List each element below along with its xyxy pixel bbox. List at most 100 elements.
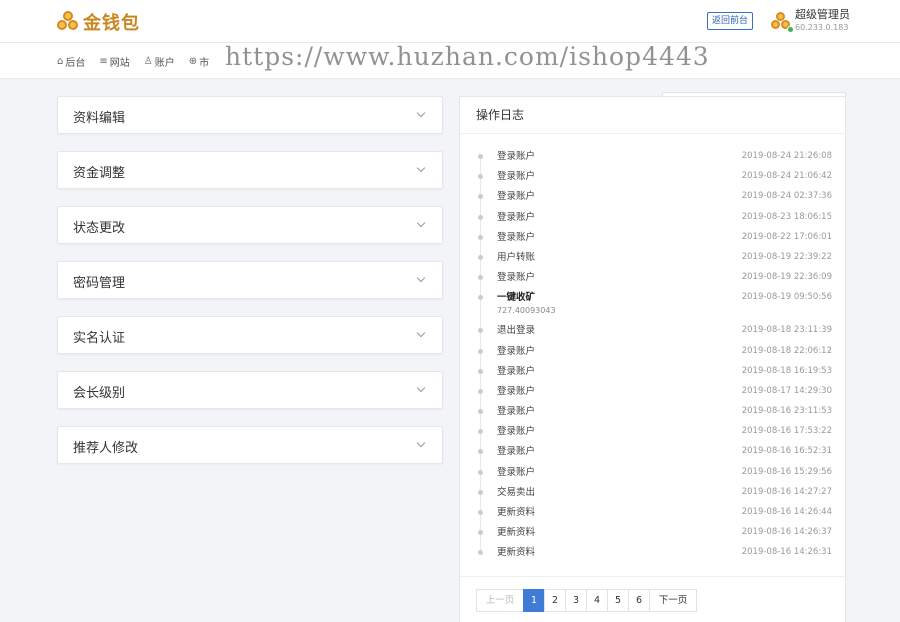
log-time: 2019-08-16 15:29:56 [741, 466, 832, 477]
list-icon: ≡ [99, 55, 108, 67]
log-action: 登录账户 [497, 406, 536, 418]
accordion-password[interactable]: 密码管理 [57, 261, 443, 299]
log-entry: 登录账户 2019-08-16 16:52:31 [476, 444, 832, 464]
user-name: 超级管理员 [795, 8, 850, 21]
accordion-title: 密码管理 [73, 276, 126, 291]
log-entry: 登录账户 2019-08-18 16:19:53 [476, 364, 832, 384]
chevron-down-icon [416, 163, 426, 173]
timeline-dot-icon [478, 429, 483, 435]
log-time: 2019-08-16 17:53:22 [741, 426, 832, 437]
user-info: 超级管理员 60.233.0.183 [795, 8, 850, 34]
user-ip: 60.233.0.183 [795, 23, 849, 32]
logo-text: 金钱包 [83, 13, 140, 34]
user-menu[interactable]: 超级管理员 60.233.0.183 [771, 8, 850, 34]
log-action: 登录账户 [497, 272, 536, 284]
log-entry: 登录账户 2019-08-16 17:53:22 [476, 424, 832, 444]
log-time: 2019-08-16 14:26:44 [741, 507, 832, 517]
chevron-down-icon [416, 383, 426, 393]
log-entry: 登录账户 2019-08-18 22:06:12 [476, 344, 832, 364]
log-time: 2019-08-24 21:06:42 [741, 171, 832, 182]
chevron-down-icon [416, 108, 426, 118]
page-1-button[interactable]: 1 [523, 589, 545, 612]
log-entry: 登录账户 2019-08-24 21:26:08 [476, 149, 832, 169]
log-entry: 更新资料 2019-08-16 14:26:44 [476, 505, 832, 525]
log-action: 登录账户 [497, 446, 536, 458]
accordion-identity-verify[interactable]: 实名认证 [57, 316, 443, 354]
accordion-profile-edit[interactable]: 资料编辑 [57, 96, 443, 134]
log-time: 2019-08-18 22:06:12 [741, 345, 832, 356]
timeline-dot-icon [478, 550, 483, 556]
log-entry: 更新资料 2019-08-16 14:26:37 [476, 525, 832, 545]
log-time: 2019-08-17 14:29:30 [741, 385, 832, 396]
timeline-dot-icon [478, 449, 483, 455]
log-action: 登录账户 [497, 385, 536, 397]
log-entry: 交易卖出 2019-08-16 14:27:27 [476, 485, 832, 505]
log-entry: 更新资料 2019-08-16 14:26:31 [476, 545, 832, 565]
log-time: 2019-08-19 22:36:09 [741, 272, 832, 283]
timeline-dot-icon [478, 348, 483, 354]
timeline-dot-icon [478, 154, 483, 159]
timeline-dot-icon [478, 174, 483, 180]
page-4-button[interactable]: 4 [586, 589, 608, 612]
timeline-dot-icon [478, 368, 483, 374]
accordion-title: 实名认证 [73, 331, 126, 346]
online-status-icon [787, 26, 794, 33]
chevron-down-icon [416, 273, 426, 283]
page-5-button[interactable]: 5 [607, 589, 629, 612]
timeline-dot-icon [478, 254, 483, 260]
top-header: 金钱包 返回前台 超级管理员 60.233.0.183 [0, 0, 900, 43]
nav-item-dashboard[interactable]: ⌂ 后台 [57, 54, 85, 69]
operation-log-panel: 操作日志 登录账户 2019-08-24 21:26:08 登录账户 2019-08-… [459, 96, 846, 622]
log-action: 更新资料 [497, 507, 536, 518]
accordion-title: 资金调整 [73, 166, 126, 181]
coins-logo-icon [57, 11, 79, 33]
site-logo[interactable]: 金钱包 [57, 9, 140, 35]
page-3-button[interactable]: 3 [565, 589, 587, 612]
accordion-status-change[interactable]: 状态更改 [57, 206, 443, 244]
next-page-button[interactable]: 下一页 [649, 589, 697, 612]
timeline-dot-icon [478, 469, 483, 475]
nav-item-account[interactable]: ♙ 账户 [144, 54, 175, 69]
accordion-referrer-edit[interactable]: 推荐人修改 [57, 426, 443, 464]
timeline-dot-icon [478, 234, 483, 240]
chevron-down-icon [416, 328, 426, 338]
user-icon: ♙ [143, 55, 153, 67]
nav-item-website[interactable]: ≡ 网站 [99, 54, 129, 69]
timeline-dot-icon [478, 214, 483, 220]
log-entry: 登录账户 2019-08-19 22:36:09 [476, 270, 832, 290]
log-entry: 登录账户 2019-08-17 14:29:30 [476, 384, 832, 404]
nav-bar: ⌂ 后台 ≡ 网站 ♙ 账户 ⊕ 市 [0, 43, 900, 117]
avatar [771, 12, 794, 33]
log-action: 退出登录 [497, 325, 536, 337]
nav-item-market[interactable]: ⊕ 市 [189, 54, 209, 69]
log-entry: 登录账户 2019-08-22 17:06:01 [476, 230, 832, 250]
log-action: 一键收矿 [497, 292, 536, 304]
accordion-funds-adjust[interactable]: 资金调整 [57, 151, 443, 189]
accordion-leader-level[interactable]: 会长级别 [57, 371, 443, 409]
log-action: 登录账户 [497, 211, 536, 223]
log-amount: 727.40093043 [497, 306, 556, 316]
page-2-button[interactable]: 2 [544, 589, 566, 612]
timeline-dot-icon [478, 328, 483, 334]
log-time: 2019-08-16 14:26:37 [741, 527, 832, 538]
timeline-dot-icon [478, 510, 483, 515]
log-timeline: 登录账户 2019-08-24 21:26:08 登录账户 2019-08-24 21… [476, 149, 832, 566]
chevron-down-icon [416, 218, 426, 228]
globe-icon: ⊕ [188, 55, 198, 67]
log-action: 登录账户 [497, 345, 536, 357]
home-icon: ⌂ [57, 55, 64, 67]
back-to-frontend-button[interactable]: 返回前台 [707, 12, 753, 30]
divider [460, 576, 845, 577]
nav-item-label: 账户 [154, 57, 175, 69]
log-action: 登录账户 [497, 466, 536, 478]
log-time: 2019-08-22 17:06:01 [741, 231, 832, 242]
log-entry: 登录账户 2019-08-16 23:11:53 [476, 404, 832, 424]
accordion-title: 状态更改 [73, 221, 126, 236]
log-time: 2019-08-16 23:11:53 [741, 406, 832, 417]
nav-item-label: 网站 [109, 57, 130, 69]
log-time: 2019-08-19 22:39:22 [741, 251, 832, 262]
log-entry: 一键收矿 2019-08-19 09:50:56 727.40093043 [476, 290, 832, 323]
page-6-button[interactable]: 6 [628, 589, 650, 612]
chevron-down-icon [416, 438, 426, 448]
log-action: 用户转账 [497, 251, 536, 263]
